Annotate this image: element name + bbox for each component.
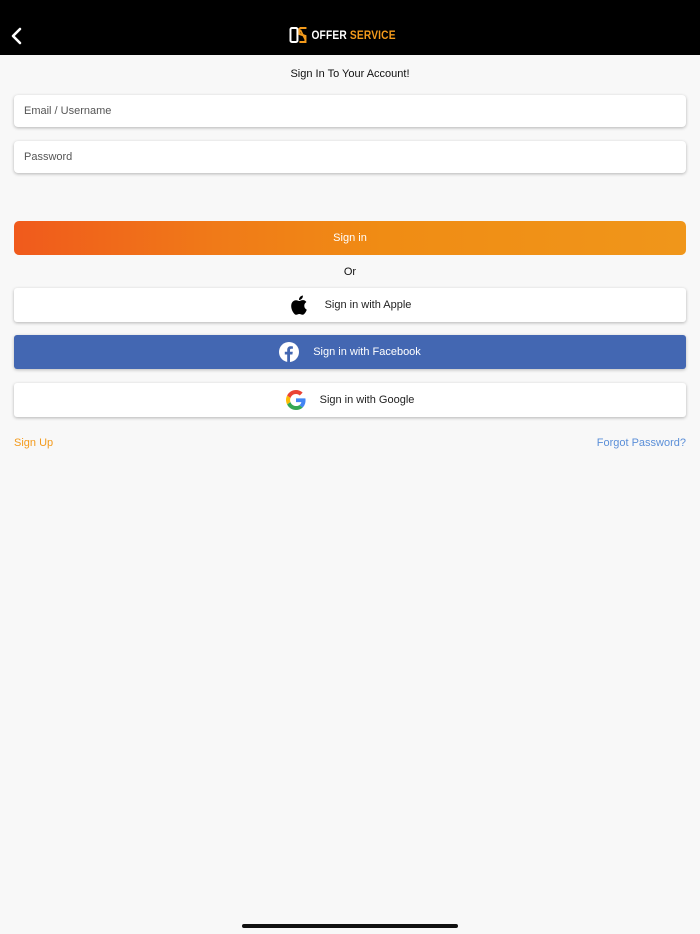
email-field[interactable]	[14, 95, 686, 127]
back-button[interactable]	[6, 24, 26, 48]
logo-word-service: SERVICE	[349, 28, 396, 42]
app-logo: OFFER SERVICE	[289, 26, 410, 44]
apple-icon	[289, 293, 311, 317]
email-input[interactable]	[24, 105, 686, 117]
password-input[interactable]	[24, 151, 686, 163]
sign-in-with-facebook-button[interactable]: Sign in with Facebook	[14, 335, 686, 369]
facebook-button-label: Sign in with Facebook	[313, 346, 421, 358]
apple-button-label: Sign in with Apple	[324, 299, 412, 311]
sign-in-with-google-button[interactable]: Sign in with Google	[14, 383, 686, 417]
logo-text: OFFER SERVICE	[311, 28, 395, 42]
page-title: Sign In To Your Account!	[290, 68, 410, 80]
logo-word-offer: OFFER	[311, 28, 347, 42]
sign-up-link[interactable]: Sign Up	[14, 437, 53, 449]
google-icon	[285, 390, 306, 410]
sign-in-button[interactable]: Sign in	[14, 221, 686, 255]
or-divider-label: Or	[343, 266, 357, 278]
password-field[interactable]	[14, 141, 686, 173]
offer-service-logo-icon	[289, 26, 307, 44]
google-button-label: Sign in with Google	[319, 394, 415, 406]
chevron-left-icon	[11, 27, 22, 45]
forgot-password-link[interactable]: Forgot Password?	[597, 437, 686, 449]
home-indicator[interactable]	[242, 924, 458, 928]
facebook-icon	[279, 342, 300, 362]
sign-in-with-apple-button[interactable]: Sign in with Apple	[14, 288, 686, 322]
app-header: OFFER SERVICE	[0, 0, 700, 55]
